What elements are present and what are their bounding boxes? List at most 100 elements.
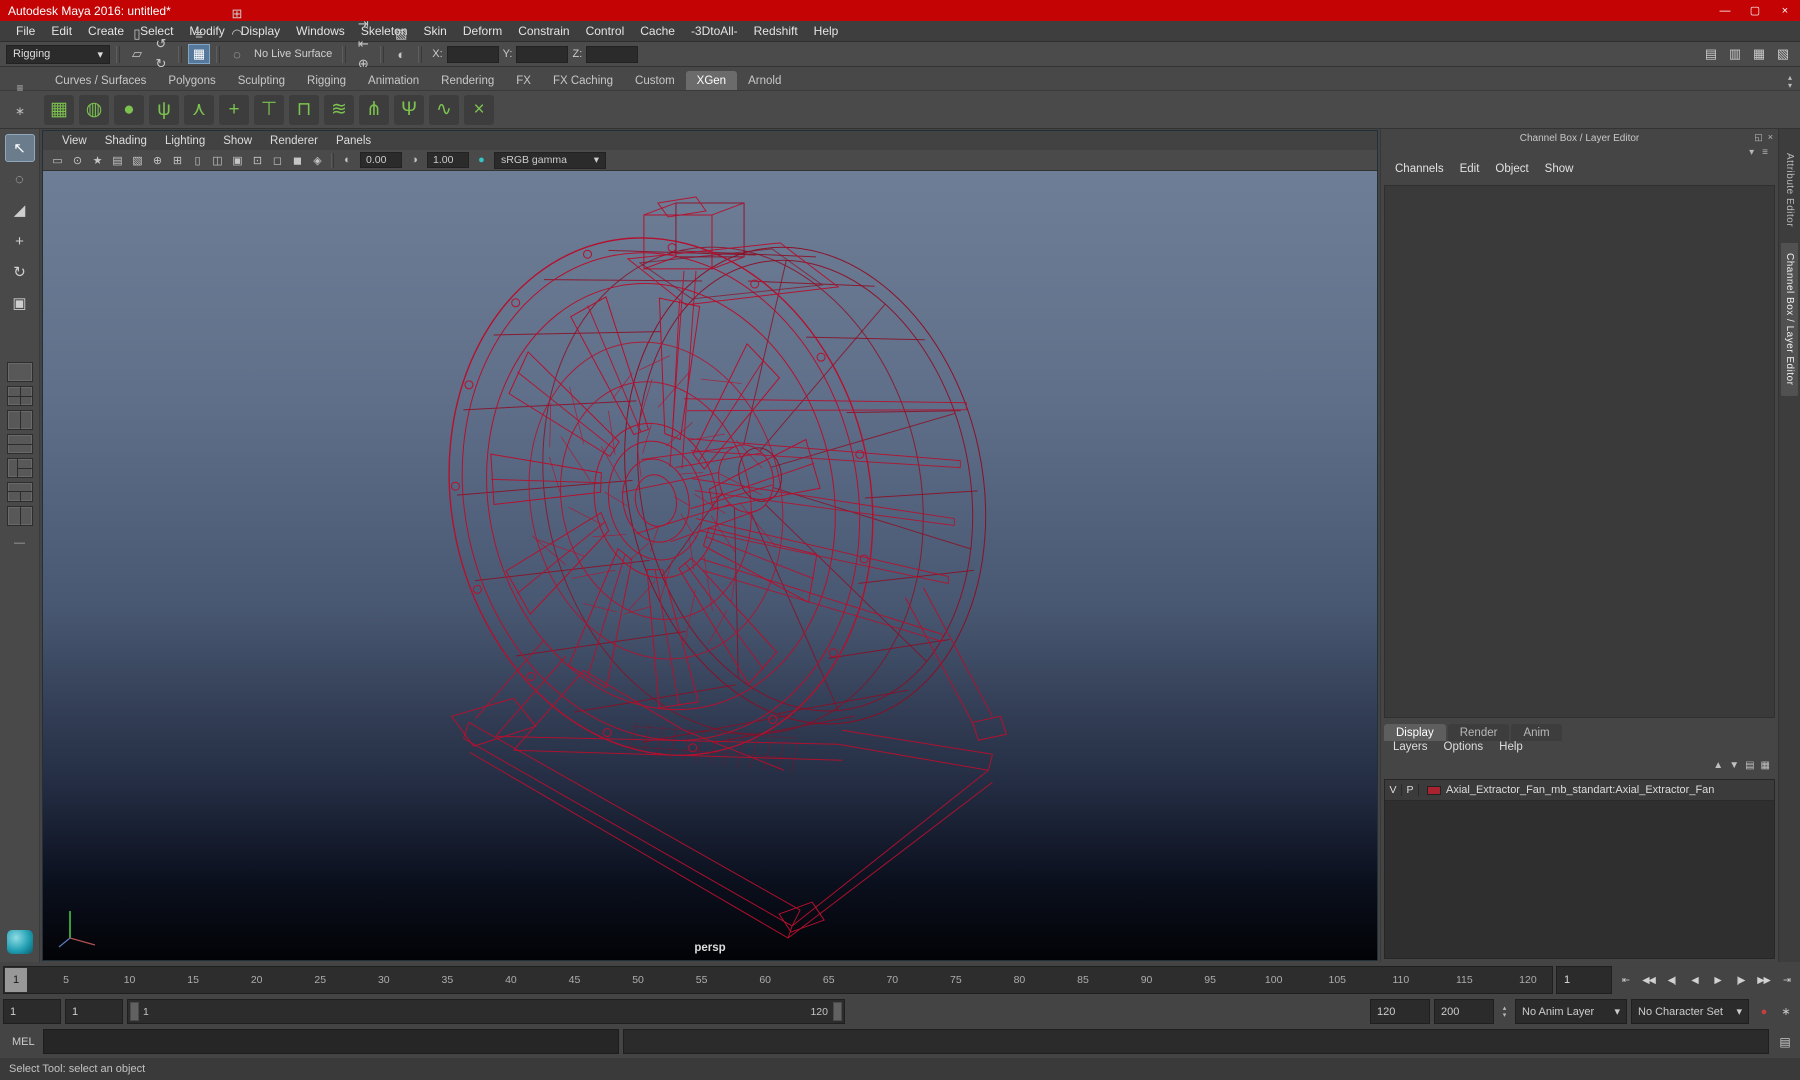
range-spinner[interactable]: ▴ ▾ [1498,999,1511,1024]
layer-row[interactable]: V P Axial_Extractor_Fan_mb_standart:Axia… [1385,780,1774,801]
anim-layer-dropdown[interactable]: No Anim Layer ▾ [1515,999,1627,1024]
shelf-tab[interactable]: FX Caching [542,71,624,90]
menu-item[interactable]: Deform [455,24,510,38]
layer-visible-toggle[interactable]: V [1385,784,1402,796]
lock-camera-icon[interactable]: ⊙ [68,151,87,169]
shelf-overflow-down-icon[interactable]: ▾ [1788,82,1792,90]
three-pane-top-layout[interactable] [6,482,33,502]
shelf-tab[interactable]: Curves / Surfaces [44,71,157,90]
animation-preferences-icon[interactable]: ∗ [1775,999,1797,1024]
step-back-key-button[interactable]: ◀◀ [1638,966,1659,994]
menu-item[interactable]: Help [806,24,847,38]
toggle-tool-settings-icon[interactable]: ▥ [1724,44,1746,64]
layer-editor-tab[interactable]: Render [1447,724,1510,741]
xgen-curves-to-guides-icon[interactable]: ≋ [324,94,354,125]
play-backwards-button[interactable]: ◀ [1684,966,1705,994]
xgen-place-guides-icon[interactable]: + [219,94,249,125]
maximize-button[interactable]: ▢ [1740,0,1770,21]
close-panel-icon[interactable]: × [1768,132,1773,143]
range-start-handle[interactable] [130,1002,139,1021]
layer-editor-menu-item[interactable]: Help [1491,741,1531,760]
menu-item[interactable]: -3DtoAll- [683,24,746,38]
layer-editor-tab[interactable]: Anim [1511,724,1562,741]
safe-title-icon[interactable]: ◼ [288,151,307,169]
layer-color-swatch[interactable] [1427,785,1441,795]
layer-editor-tab[interactable]: Display [1384,724,1446,741]
input-connections-icon[interactable]: ⇥ [352,14,374,34]
paint-select-tool[interactable]: ◢ [5,196,35,224]
channel-list-area[interactable] [1384,185,1775,718]
stacked-layout[interactable] [6,434,33,454]
new-empty-layer-icon[interactable]: ▤ [1745,760,1754,778]
xgen-guides-to-curves-icon[interactable]: ⋔ [359,94,389,125]
move-tool[interactable]: + [5,227,35,255]
animation-start-field[interactable]: 1 [3,999,61,1024]
safe-action-icon[interactable]: ◻ [268,151,287,169]
xgen-create-description-icon[interactable]: ◍ [79,94,109,125]
xgen-export-selection-icon[interactable]: ● [114,94,144,125]
undo-icon[interactable]: ↺ [150,34,172,54]
toggle-attribute-editor-icon[interactable]: ▤ [1700,44,1722,64]
snap-to-grid-icon[interactable]: ⊞ [226,4,248,24]
side-by-side-layout[interactable] [6,410,33,430]
image-plane-icon[interactable]: ▧ [128,151,147,169]
outliner-persp-layout[interactable] [6,506,33,526]
open-scene-icon[interactable]: ▱ [126,44,148,64]
shelf-tab[interactable]: Rigging [296,71,357,90]
script-editor-icon[interactable]: ▤ [1773,1029,1797,1054]
time-ruler[interactable]: 1 5 10 15 20 25 30 35 40 45 50 55 60 65 70 75 80 85 90 95 1… [3,966,1553,994]
auto-keyframe-toggle[interactable]: ● [1753,999,1775,1024]
shelf-tab[interactable]: Rendering [430,71,505,90]
xgen-description-editor-icon[interactable]: ▦ [44,94,74,125]
shelf-overflow-arrows[interactable]: ▴ ▾ [1788,74,1800,90]
step-forward-key-button[interactable]: ▶▶ [1753,966,1774,994]
colorspace-dropdown[interactable]: sRGB gamma ▾ [494,151,606,169]
viewport-menu-item[interactable]: Panels [327,135,380,147]
snap-to-curve-icon[interactable]: ◠ [226,24,248,44]
pin-channels-icon[interactable]: ≡ [1762,147,1768,163]
single-pane-layout[interactable] [6,362,33,382]
shelf-tab[interactable]: Custom [624,71,686,90]
character-set-dropdown[interactable]: No Character Set ▾ [1631,999,1749,1024]
playback-end-field[interactable]: 120 [1370,999,1430,1024]
play-forwards-button[interactable]: ▶ [1707,966,1728,994]
shelf-tab-menu-icon[interactable]: ≡ [16,81,23,95]
channel-box-menu-item[interactable]: Channels [1387,163,1452,183]
range-end-handle[interactable] [833,1002,842,1021]
step-back-frame-button[interactable]: ◀| [1661,966,1682,994]
xgen-sculpt-guides-icon[interactable]: ⊤ [254,94,284,125]
viewport-menu-item[interactable]: Show [214,135,261,147]
field-chart-icon[interactable]: ⊡ [248,151,267,169]
three-pane-left-layout[interactable] [6,458,33,478]
new-scene-icon[interactable]: ▯ [126,24,148,44]
menu-item[interactable]: Windows [288,24,353,38]
film-gate-icon[interactable]: ▯ [188,151,207,169]
shelf-tab[interactable]: Polygons [157,71,226,90]
select-camera-icon[interactable]: ▭ [48,151,67,169]
select-by-object-icon[interactable]: ▦ [188,44,210,64]
gate-mask-icon[interactable]: ▣ [228,151,247,169]
layer-playback-toggle[interactable]: P [1402,784,1419,796]
menu-set-selector[interactable]: Rigging ▾ [6,44,110,64]
coordinate-input[interactable] [586,45,639,63]
xgen-groomable-spline-icon[interactable]: ψ [149,94,179,125]
viewport-menu-item[interactable]: Shading [96,135,156,147]
rotate-tool[interactable]: ↻ [5,258,35,286]
menu-item[interactable]: Skin [416,24,455,38]
command-line-label[interactable]: MEL [3,1029,39,1054]
new-layer-from-selected-icon[interactable]: ▦ [1761,760,1770,778]
menu-item[interactable]: File [8,24,43,38]
scale-tool[interactable]: ▣ [5,289,35,317]
resolution-gate-icon[interactable]: ◫ [208,151,227,169]
xgen-groom-tools-icon[interactable]: Ψ [394,94,424,125]
open-render-view-icon[interactable]: ▧ [390,24,412,44]
step-forward-frame-button[interactable]: |▶ [1730,966,1751,994]
output-connections-icon[interactable]: ⇤ [352,34,374,54]
shelf-gear-icon[interactable]: ∗ [15,104,25,118]
command-input[interactable] [43,1029,619,1054]
minimize-button[interactable]: — [1710,0,1740,21]
shelf-tab[interactable]: Animation [357,71,430,90]
menu-item[interactable]: Redshift [746,24,806,38]
xgen-preview-icon[interactable]: ∿ [429,94,459,125]
sidebar-vertical-tab[interactable]: Channel Box / Layer Editor [1781,243,1798,396]
